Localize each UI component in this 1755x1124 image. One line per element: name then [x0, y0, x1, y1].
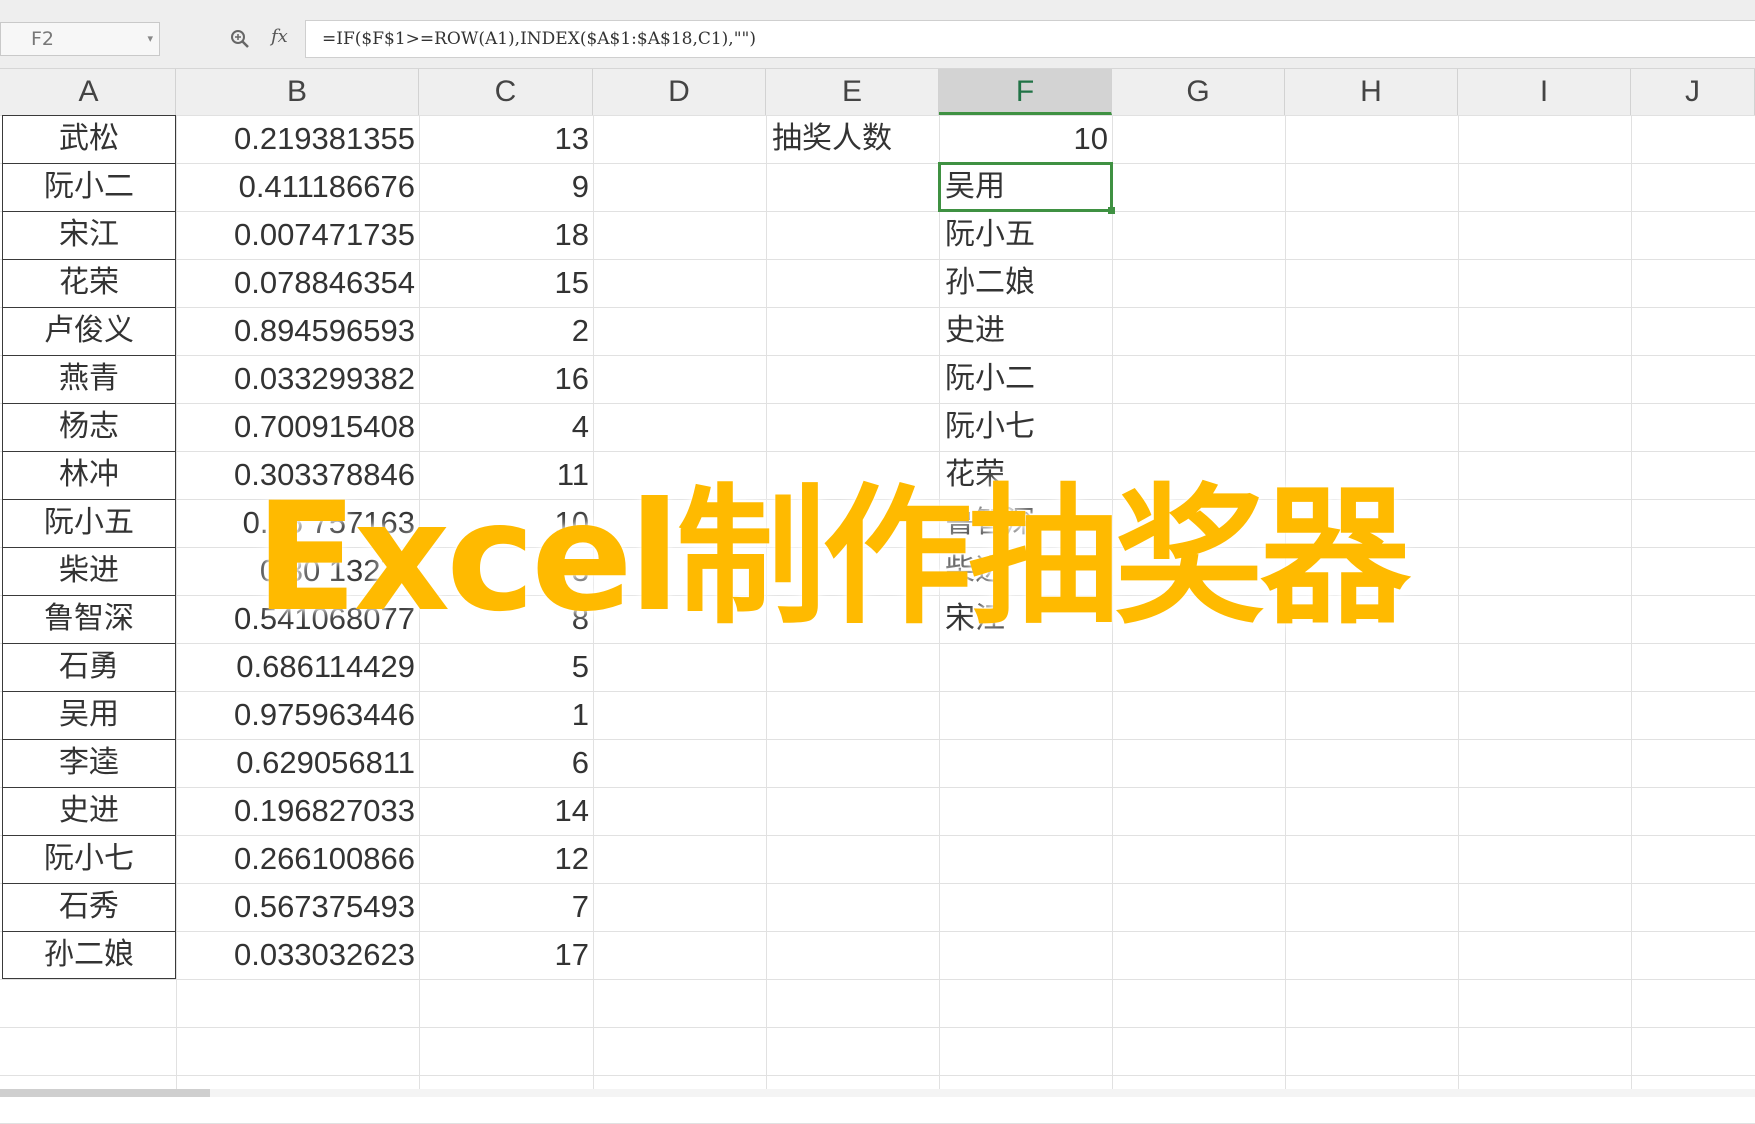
cell-winner[interactable]: 孙二娘	[939, 259, 1112, 307]
cell-random[interactable]: 0.629056811	[176, 739, 419, 787]
cell-winner[interactable]: 吴用	[939, 163, 1112, 211]
cell-random[interactable]: 0.266100866	[176, 835, 419, 883]
cell-name[interactable]: 石勇	[2, 643, 176, 691]
cell-rank[interactable]: 14	[419, 787, 593, 835]
column-header-b[interactable]: B	[176, 69, 419, 115]
cell-name[interactable]: 石秀	[2, 883, 176, 931]
range-border-divider	[2, 211, 176, 212]
cell-name[interactable]: 阮小五	[2, 499, 176, 547]
column-header-row: ABCDEFGHIJ	[0, 69, 1755, 116]
formula-input[interactable]: =IF($F$1>=ROW(A1),INDEX($A$1:$A$18,C1),"…	[305, 20, 1755, 58]
cell-winner[interactable]: 阮小七	[939, 403, 1112, 451]
cell-name[interactable]: 林冲	[2, 451, 176, 499]
cell-random[interactable]: 0.007471735	[176, 211, 419, 259]
fill-handle[interactable]	[1108, 207, 1115, 214]
scrollbar-thumb[interactable]	[210, 1089, 1755, 1097]
range-border-divider	[2, 307, 176, 308]
zoom-icon[interactable]	[229, 28, 251, 50]
cell-random[interactable]: 0.033032623	[176, 931, 419, 979]
range-border-divider	[2, 451, 176, 452]
cell-random[interactable]: 0.894596593	[176, 307, 419, 355]
column-header-j[interactable]: J	[1631, 69, 1755, 115]
column-header-i[interactable]: I	[1458, 69, 1631, 115]
column-header-g[interactable]: G	[1112, 69, 1285, 115]
gridline-horizontal	[0, 1075, 1755, 1076]
cell-rank[interactable]: 2	[419, 307, 593, 355]
range-border-divider	[2, 547, 176, 548]
lottery-count-value[interactable]: 10	[939, 115, 1112, 163]
cell-name[interactable]: 鲁智深	[2, 595, 176, 643]
cell-name[interactable]: 阮小二	[2, 163, 176, 211]
cell-name[interactable]: 燕青	[2, 355, 176, 403]
cell-name[interactable]: 柴进	[2, 547, 176, 595]
column-header-c[interactable]: C	[419, 69, 593, 115]
spreadsheet-app: F2 ▾ fx =IF($F$1>=ROW(A1),INDEX($A$1:$A$…	[0, 0, 1755, 1124]
cell-rank[interactable]: 5	[419, 643, 593, 691]
range-border-divider	[2, 163, 176, 164]
cell-rank[interactable]: 17	[419, 931, 593, 979]
cell-winner[interactable]: 阮小五	[939, 211, 1112, 259]
cell-random[interactable]: 0.700915408	[176, 403, 419, 451]
cell-rank[interactable]: 16	[419, 355, 593, 403]
range-border-divider	[2, 643, 176, 644]
cell-random[interactable]: 0.567375493	[176, 883, 419, 931]
cell-rank[interactable]: 1	[419, 691, 593, 739]
range-border-divider	[2, 259, 176, 260]
cell-name[interactable]: 史进	[2, 787, 176, 835]
gridline-vertical	[1631, 115, 1632, 1097]
cell-random[interactable]: 0.411186676	[176, 163, 419, 211]
formula-bar: F2 ▾ fx =IF($F$1>=ROW(A1),INDEX($A$1:$A$…	[0, 0, 1755, 69]
range-border-divider	[2, 835, 176, 836]
range-border-divider	[2, 787, 176, 788]
cell-winner[interactable]: 史进	[939, 307, 1112, 355]
range-border-divider	[2, 691, 176, 692]
column-header-h[interactable]: H	[1285, 69, 1458, 115]
column-header-e[interactable]: E	[766, 69, 939, 115]
cell-name[interactable]: 阮小七	[2, 835, 176, 883]
video-title-overlay: Excel制作抽奖器	[255, 471, 1410, 645]
cell-rank[interactable]: 15	[419, 259, 593, 307]
range-border-divider	[2, 499, 176, 500]
cell-random[interactable]: 0.033299382	[176, 355, 419, 403]
column-header-a[interactable]: A	[2, 69, 176, 115]
cell-rank[interactable]: 6	[419, 739, 593, 787]
range-border-divider	[2, 355, 176, 356]
range-border-divider	[2, 403, 176, 404]
range-border-divider	[2, 883, 176, 884]
cell-random[interactable]: 0.078846354	[176, 259, 419, 307]
cell-rank[interactable]: 13	[419, 115, 593, 163]
column-header-f[interactable]: F	[939, 69, 1112, 115]
cell-random[interactable]: 0.219381355	[176, 115, 419, 163]
lottery-count-label[interactable]: 抽奖人数	[766, 115, 939, 163]
cell-name[interactable]: 吴用	[2, 691, 176, 739]
horizontal-scrollbar[interactable]	[0, 1089, 1755, 1097]
cell-random[interactable]: 0.686114429	[176, 643, 419, 691]
cell-name[interactable]: 李逵	[2, 739, 176, 787]
cell-rank[interactable]: 12	[419, 835, 593, 883]
range-border-divider	[2, 931, 176, 932]
cell-rank[interactable]: 9	[419, 163, 593, 211]
column-header-d[interactable]: D	[593, 69, 766, 115]
gridline-horizontal	[0, 1027, 1755, 1028]
cell-name[interactable]: 卢俊义	[2, 307, 176, 355]
cell-rank[interactable]: 18	[419, 211, 593, 259]
cell-random[interactable]: 0.196827033	[176, 787, 419, 835]
cell-name[interactable]: 杨志	[2, 403, 176, 451]
function-icon[interactable]: fx	[271, 26, 288, 47]
range-border-divider	[2, 595, 176, 596]
cell-rank[interactable]: 4	[419, 403, 593, 451]
cell-name[interactable]: 宋江	[2, 211, 176, 259]
chevron-down-icon[interactable]: ▾	[147, 23, 153, 55]
name-box[interactable]: F2 ▾	[0, 22, 160, 56]
name-box-value: F2	[31, 28, 55, 50]
cell-winner[interactable]: 阮小二	[939, 355, 1112, 403]
cell-random[interactable]: 0.975963446	[176, 691, 419, 739]
cell-name[interactable]: 孙二娘	[2, 931, 176, 979]
cell-name[interactable]: 武松	[2, 115, 176, 163]
gridline-horizontal	[0, 979, 1755, 980]
cell-name[interactable]: 花荣	[2, 259, 176, 307]
range-border-divider	[2, 739, 176, 740]
cell-rank[interactable]: 7	[419, 883, 593, 931]
